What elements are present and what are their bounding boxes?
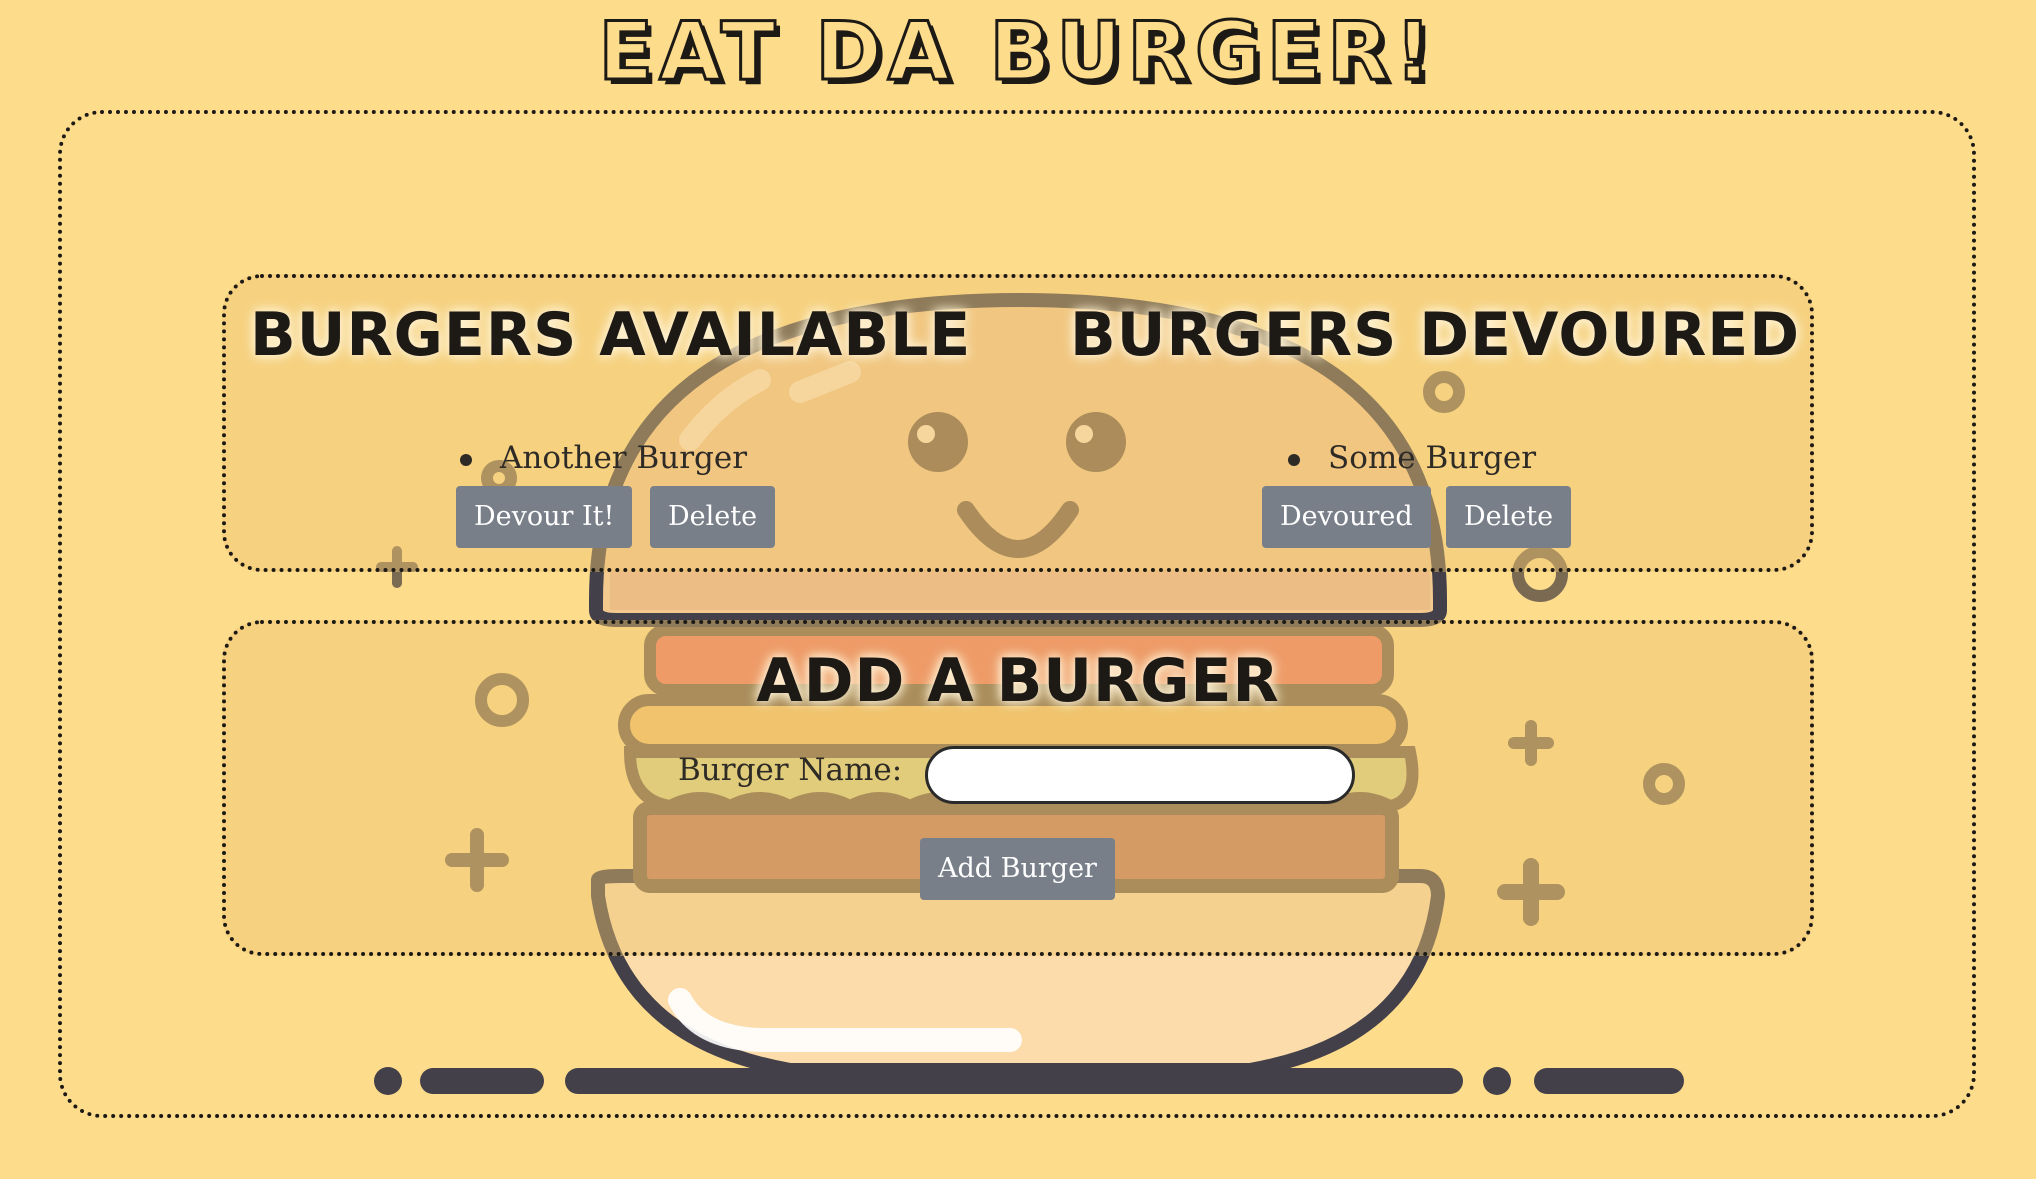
delete-button[interactable]: Delete [650,486,776,548]
bullet-icon [1288,454,1300,466]
list-item: Another Burger [452,440,747,484]
devour-button[interactable]: Devour It! [456,486,633,548]
burger-name: Some Burger [1328,440,1537,476]
burger-name-input[interactable] [925,746,1355,804]
add-burger-button[interactable]: Add Burger [920,838,1115,900]
burger-name: Another Burger [500,440,748,476]
devoured-button[interactable]: Devoured [1262,486,1431,548]
burgers-devoured-heading: BURGERS DEVOURED [1070,300,1801,370]
devoured-burger-list: Some Burger [1280,440,1536,484]
list-item: Some Burger [1280,440,1536,484]
delete-button[interactable]: Delete [1446,486,1572,548]
burgers-available-heading: BURGERS AVAILABLE [250,300,972,370]
burger-name-label: Burger Name: [678,752,903,788]
bullet-icon [460,454,472,466]
add-burger-heading: ADD A BURGER [756,646,1280,716]
burger-illustration-icon [374,292,1685,1095]
available-burger-list: Another Burger [452,440,747,484]
